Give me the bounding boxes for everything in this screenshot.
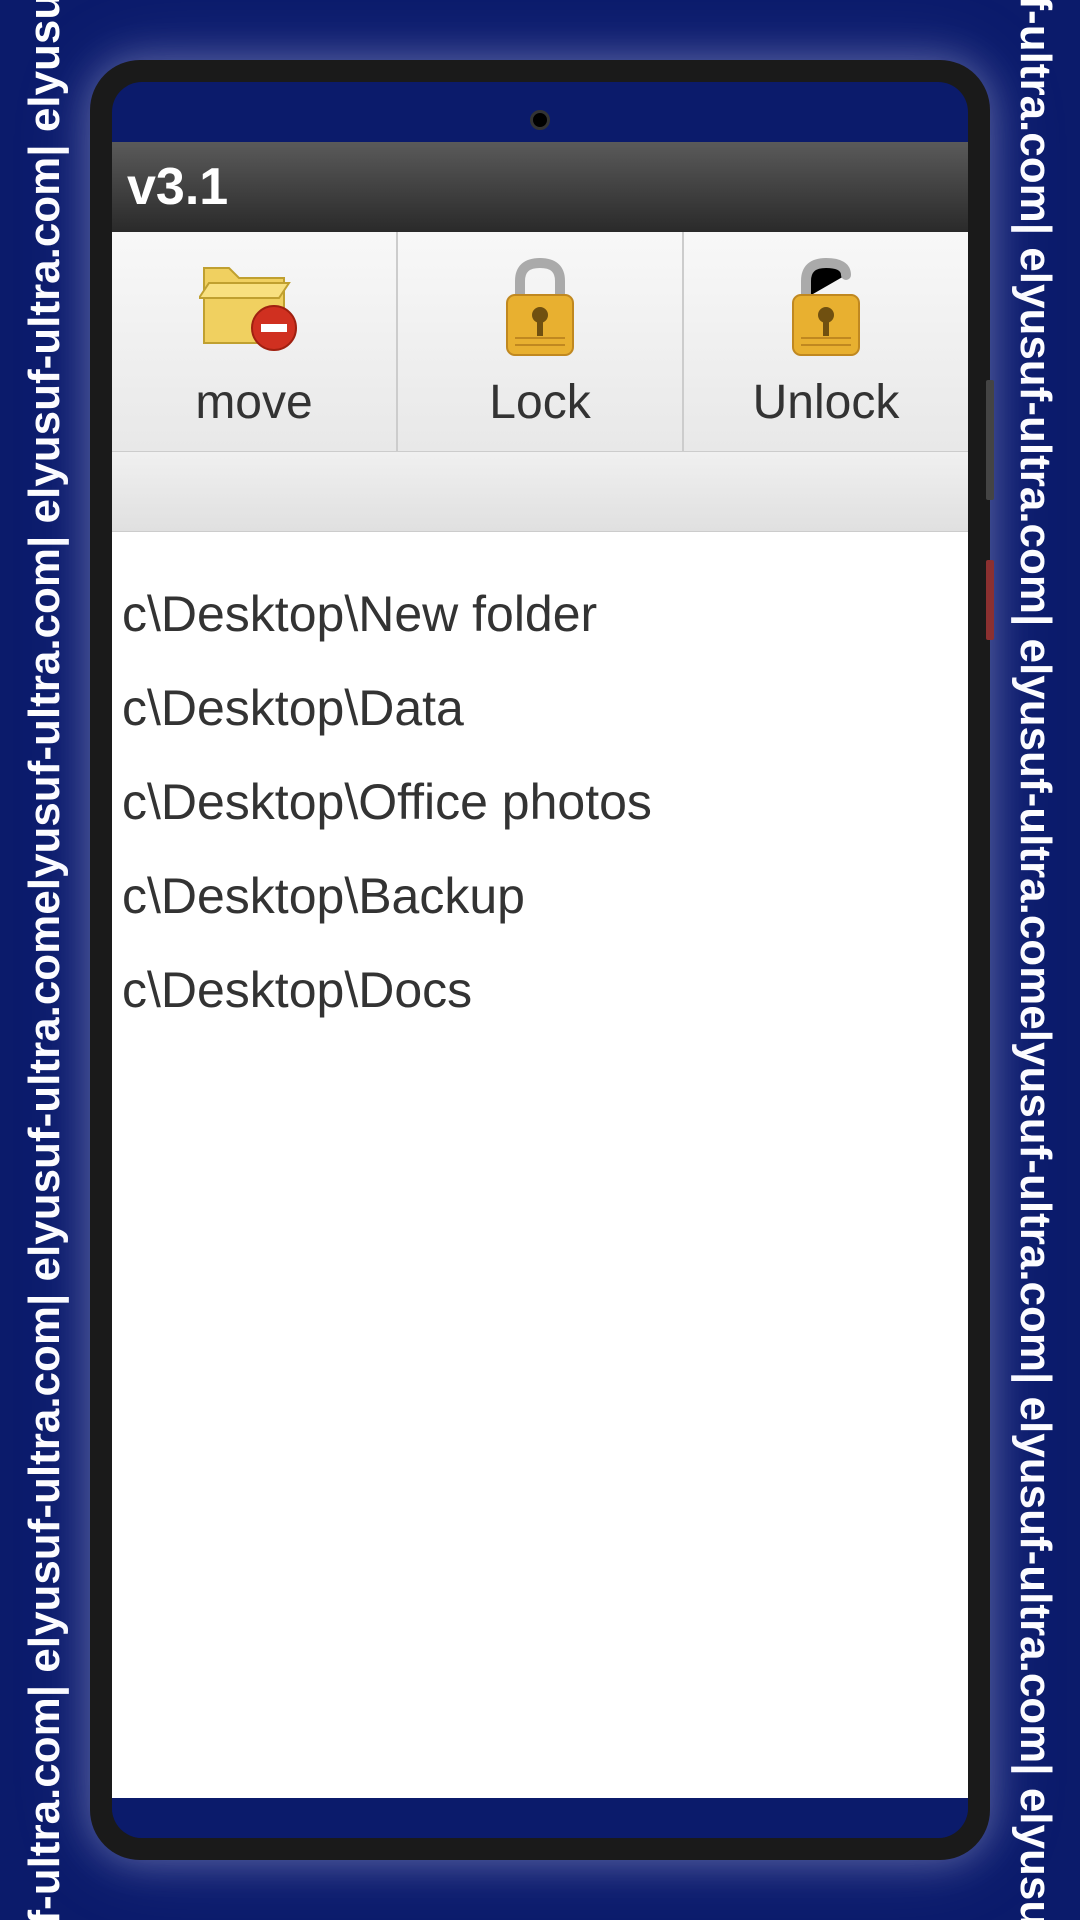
toolbar: move Lock [112,232,968,452]
phone-inner: v3.1 move [112,82,968,1838]
watermark-right: elyusuf-ultra.com| elyusuf-ultra.com| el… [990,0,1080,1920]
phone-bottom-bar [112,1798,968,1838]
unlock-icon [771,253,881,363]
lock-button[interactable]: Lock [398,232,684,451]
phone-camera [530,110,550,130]
unlock-label: Unlock [753,375,900,430]
phone-side-button-2 [986,560,994,640]
app-screen: v3.1 move [112,142,968,1798]
file-list: c\Desktop\New folder c\Desktop\Data c\De… [112,532,968,1072]
sub-bar [112,452,968,532]
lock-icon [485,253,595,363]
phone-frame: v3.1 move [90,60,990,1860]
list-item[interactable]: c\Desktop\Office photos [112,755,968,849]
list-item[interactable]: c\Desktop\Data [112,661,968,755]
phone-side-button-1 [986,380,994,500]
list-item[interactable]: c\Desktop\Backup [112,849,968,943]
watermark-left: elyusuf-ultra.com| elyusuf-ultra.com| el… [0,0,90,1920]
unlock-button[interactable]: Unlock [684,232,968,451]
title-text: v3.1 [127,157,228,217]
list-item[interactable]: c\Desktop\Docs [112,943,968,1037]
list-item[interactable]: c\Desktop\New folder [112,567,968,661]
remove-label: move [195,375,312,430]
title-bar: v3.1 [112,142,968,232]
folder-remove-icon [199,253,309,363]
remove-button[interactable]: move [112,232,398,451]
lock-label: Lock [489,375,590,430]
